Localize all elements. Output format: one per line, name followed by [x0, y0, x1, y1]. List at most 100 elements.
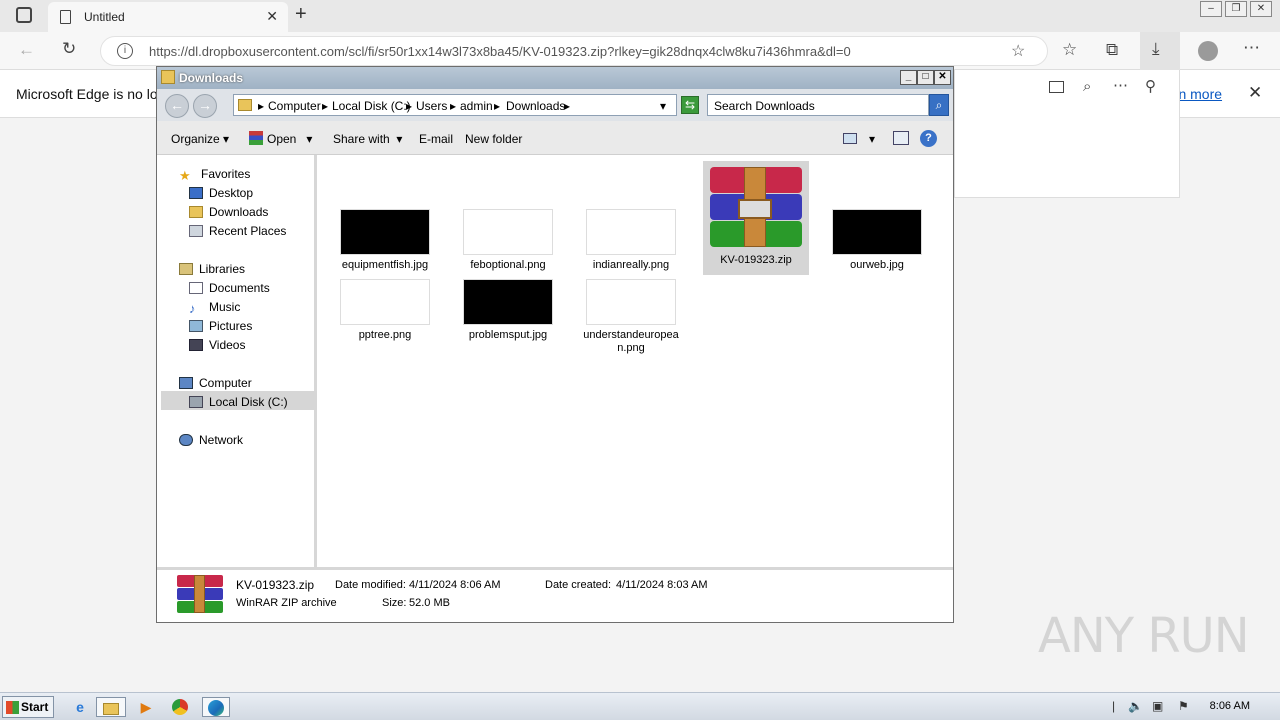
- preview-pane-icon[interactable]: [893, 131, 909, 145]
- search-placeholder: Search Downloads: [714, 99, 815, 113]
- breadcrumb-separator-icon[interactable]: ▸: [258, 99, 264, 113]
- details-file-type: WinRAR ZIP archive: [236, 597, 337, 609]
- breadcrumb-separator-icon[interactable]: ▸: [406, 99, 412, 113]
- forward-icon[interactable]: →: [193, 94, 217, 118]
- change-view-icon[interactable]: [843, 133, 857, 144]
- search-input[interactable]: Search Downloads: [707, 94, 929, 116]
- organize-button[interactable]: Organize ▾: [171, 132, 229, 146]
- new-tab-icon[interactable]: +: [295, 3, 307, 26]
- minimize-icon[interactable]: _: [900, 70, 917, 85]
- profile-avatar[interactable]: [1198, 41, 1218, 61]
- music-icon: ♪: [189, 301, 196, 316]
- edge-icon[interactable]: [202, 697, 230, 717]
- breadcrumb-separator-icon[interactable]: ▸: [494, 99, 500, 113]
- breadcrumb[interactable]: ▸ Computer ▸ Local Disk (C:) ▸ Users ▸ a…: [233, 94, 677, 116]
- breadcrumb-admin[interactable]: admin: [460, 99, 493, 113]
- nav-documents[interactable]: Documents: [189, 281, 270, 295]
- nav-libraries[interactable]: Libraries: [179, 262, 245, 276]
- downloads-button[interactable]: [1140, 32, 1180, 70]
- nav-pictures-label: Pictures: [209, 319, 253, 333]
- file-item[interactable]: indianreally.png: [579, 209, 683, 272]
- nav-desktop[interactable]: Desktop: [189, 186, 253, 200]
- details-modified-value: 4/11/2024 8:06 AM: [409, 579, 501, 591]
- restore-icon[interactable]: ❐: [1225, 1, 1247, 17]
- nav-favorites[interactable]: ★ Favorites: [179, 167, 250, 183]
- nav-pictures[interactable]: Pictures: [189, 319, 252, 333]
- settings-more-icon[interactable]: ⋯: [1243, 38, 1260, 58]
- close-icon[interactable]: ✕: [934, 70, 951, 85]
- open-label: Open: [267, 132, 297, 146]
- info-icon[interactable]: i: [117, 43, 133, 59]
- more-options-icon[interactable]: ⋯: [1113, 76, 1128, 94]
- collections-icon[interactable]: ⧉: [1106, 40, 1118, 60]
- nav-recent-places-label: Recent Places: [209, 224, 287, 238]
- tab-actions-icon[interactable]: [16, 7, 32, 23]
- breadcrumb-separator-icon[interactable]: ▸: [322, 99, 328, 113]
- file-item[interactable]: pptree.png: [333, 279, 437, 342]
- nav-network[interactable]: Network: [179, 433, 243, 447]
- favorites-icon[interactable]: ☆: [1062, 40, 1077, 60]
- breadcrumb-separator-icon[interactable]: ▸: [564, 99, 570, 113]
- start-button[interactable]: Start: [2, 696, 54, 718]
- back-icon[interactable]: ←: [18, 40, 35, 60]
- nav-videos[interactable]: Videos: [189, 338, 245, 352]
- file-item[interactable]: feboptional.png: [456, 209, 560, 272]
- file-item[interactable]: equipmentfish.jpg: [333, 209, 437, 272]
- open-with-icon[interactable]: [249, 131, 263, 145]
- refresh-icon[interactable]: ↻: [62, 39, 76, 59]
- address-bar[interactable]: i https://dl.dropboxusercontent.com/scl/…: [100, 36, 1048, 66]
- tray-expand-icon[interactable]: |: [1112, 699, 1115, 713]
- start-label: Start: [21, 700, 49, 714]
- browser-tab[interactable]: Untitled ✕: [48, 2, 288, 32]
- downloads-icon[interactable]: ⤓: [1152, 39, 1160, 59]
- maximize-icon[interactable]: □: [917, 70, 934, 85]
- file-item[interactable]: understandeuropean.png: [579, 279, 683, 355]
- close-info-icon[interactable]: ✕: [1248, 83, 1262, 103]
- close-window-icon[interactable]: ✕: [1250, 1, 1272, 17]
- pin-icon[interactable]: ⚲: [1145, 77, 1156, 95]
- breadcrumb-downloads[interactable]: Downloads: [506, 99, 565, 113]
- nav-downloads[interactable]: Downloads: [189, 205, 268, 219]
- search-downloads-icon[interactable]: ⌕: [1083, 78, 1091, 95]
- explorer-title-bar[interactable]: Downloads _ □ ✕: [157, 67, 953, 89]
- details-file-name: KV-019323.zip: [236, 578, 315, 592]
- view-dropdown-icon[interactable]: ▾: [869, 132, 875, 146]
- nav-recent-places[interactable]: Recent Places: [189, 224, 286, 238]
- nav-computer-label: Computer: [199, 376, 252, 390]
- explorer-window: Downloads _ □ ✕ ← → ▸ Computer ▸ Local D…: [156, 66, 954, 623]
- breadcrumb-local-disk[interactable]: Local Disk (C:): [332, 99, 411, 113]
- close-tab-icon[interactable]: ✕: [266, 8, 278, 25]
- breadcrumb-separator-icon[interactable]: ▸: [450, 99, 456, 113]
- action-center-icon[interactable]: ⚑: [1178, 699, 1189, 713]
- search-icon[interactable]: ⌕: [929, 94, 949, 116]
- help-icon[interactable]: ?: [920, 130, 937, 147]
- chrome-icon[interactable]: [168, 697, 192, 717]
- nav-local-disk[interactable]: Local Disk (C:): [189, 395, 288, 409]
- nav-computer[interactable]: Computer: [179, 376, 252, 390]
- explorer-taskbar-icon[interactable]: [96, 697, 126, 717]
- back-icon[interactable]: ←: [165, 94, 189, 118]
- open-folder-icon[interactable]: [1049, 81, 1064, 93]
- volume-icon[interactable]: 🔈: [1128, 699, 1143, 713]
- file-name: equipmentfish.jpg: [341, 259, 429, 271]
- minimize-icon[interactable]: –: [1200, 1, 1222, 17]
- share-with-button[interactable]: Share with ▾: [333, 132, 402, 146]
- add-favorite-icon[interactable]: ☆: [1011, 41, 1025, 61]
- open-button[interactable]: Open ▾: [267, 132, 312, 146]
- file-item[interactable]: KV-019323.zip: [704, 167, 808, 267]
- file-item[interactable]: problemsput.jpg: [456, 279, 560, 342]
- email-button[interactable]: E-mail: [419, 132, 453, 146]
- clock[interactable]: 8:06 AM: [1210, 700, 1250, 712]
- file-item[interactable]: ourweb.jpg: [825, 209, 929, 272]
- history-dropdown-icon[interactable]: ▾: [660, 99, 666, 113]
- breadcrumb-users[interactable]: Users: [416, 99, 447, 113]
- nav-music[interactable]: ♪ Music: [189, 300, 240, 316]
- media-player-icon[interactable]: ▶: [134, 697, 158, 717]
- breadcrumb-computer[interactable]: Computer: [268, 99, 321, 113]
- network-tray-icon[interactable]: ▣: [1152, 699, 1163, 713]
- internet-explorer-icon[interactable]: e: [68, 697, 92, 717]
- new-folder-button[interactable]: New folder: [465, 132, 522, 146]
- star-icon: ★: [179, 168, 191, 183]
- refresh-icon[interactable]: ⇆: [681, 96, 699, 114]
- file-name: indianreally.png: [592, 259, 670, 271]
